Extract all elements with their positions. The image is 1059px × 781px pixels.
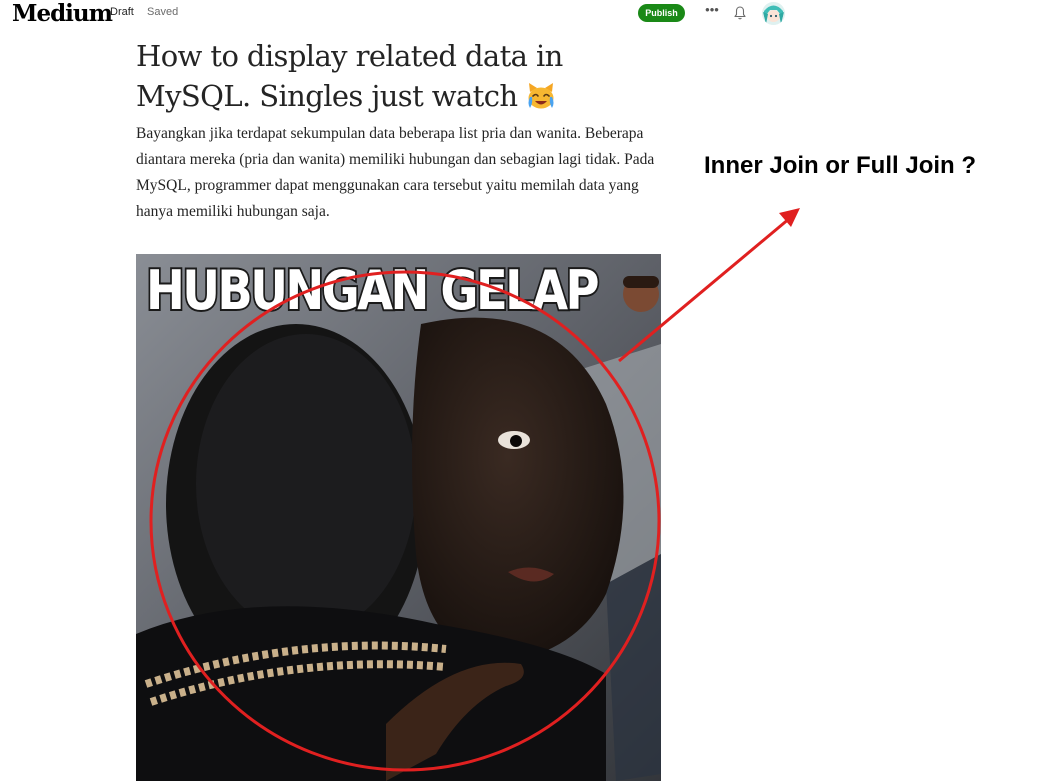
publish-button[interactable]: Publish: [638, 4, 685, 22]
medium-logo[interactable]: Medium: [12, 1, 113, 27]
saved-status: Saved: [147, 6, 179, 18]
crying-cat-emoji: [526, 80, 556, 109]
article-title[interactable]: How to display related data in MySQL. Si…: [136, 36, 676, 116]
article-meme-image[interactable]: HUBUNGAN GELAP: [136, 254, 661, 781]
article-body[interactable]: Bayangkan jika terdapat sekumpulan data …: [136, 121, 666, 225]
more-icon[interactable]: •••: [703, 3, 721, 21]
bell-icon[interactable]: [732, 5, 748, 21]
article-title-text[interactable]: How to display related data in MySQL. Si…: [136, 39, 563, 113]
annotation-text: Inner Join or Full Join ?: [704, 152, 977, 179]
draft-status: Draft: [110, 6, 134, 18]
meme-photo: [136, 254, 661, 781]
annotation-arrow-head: [779, 208, 800, 227]
avatar[interactable]: [762, 2, 785, 25]
meme-caption: HUBUNGAN GELAP: [144, 257, 601, 324]
avatar-icon: [762, 2, 785, 25]
